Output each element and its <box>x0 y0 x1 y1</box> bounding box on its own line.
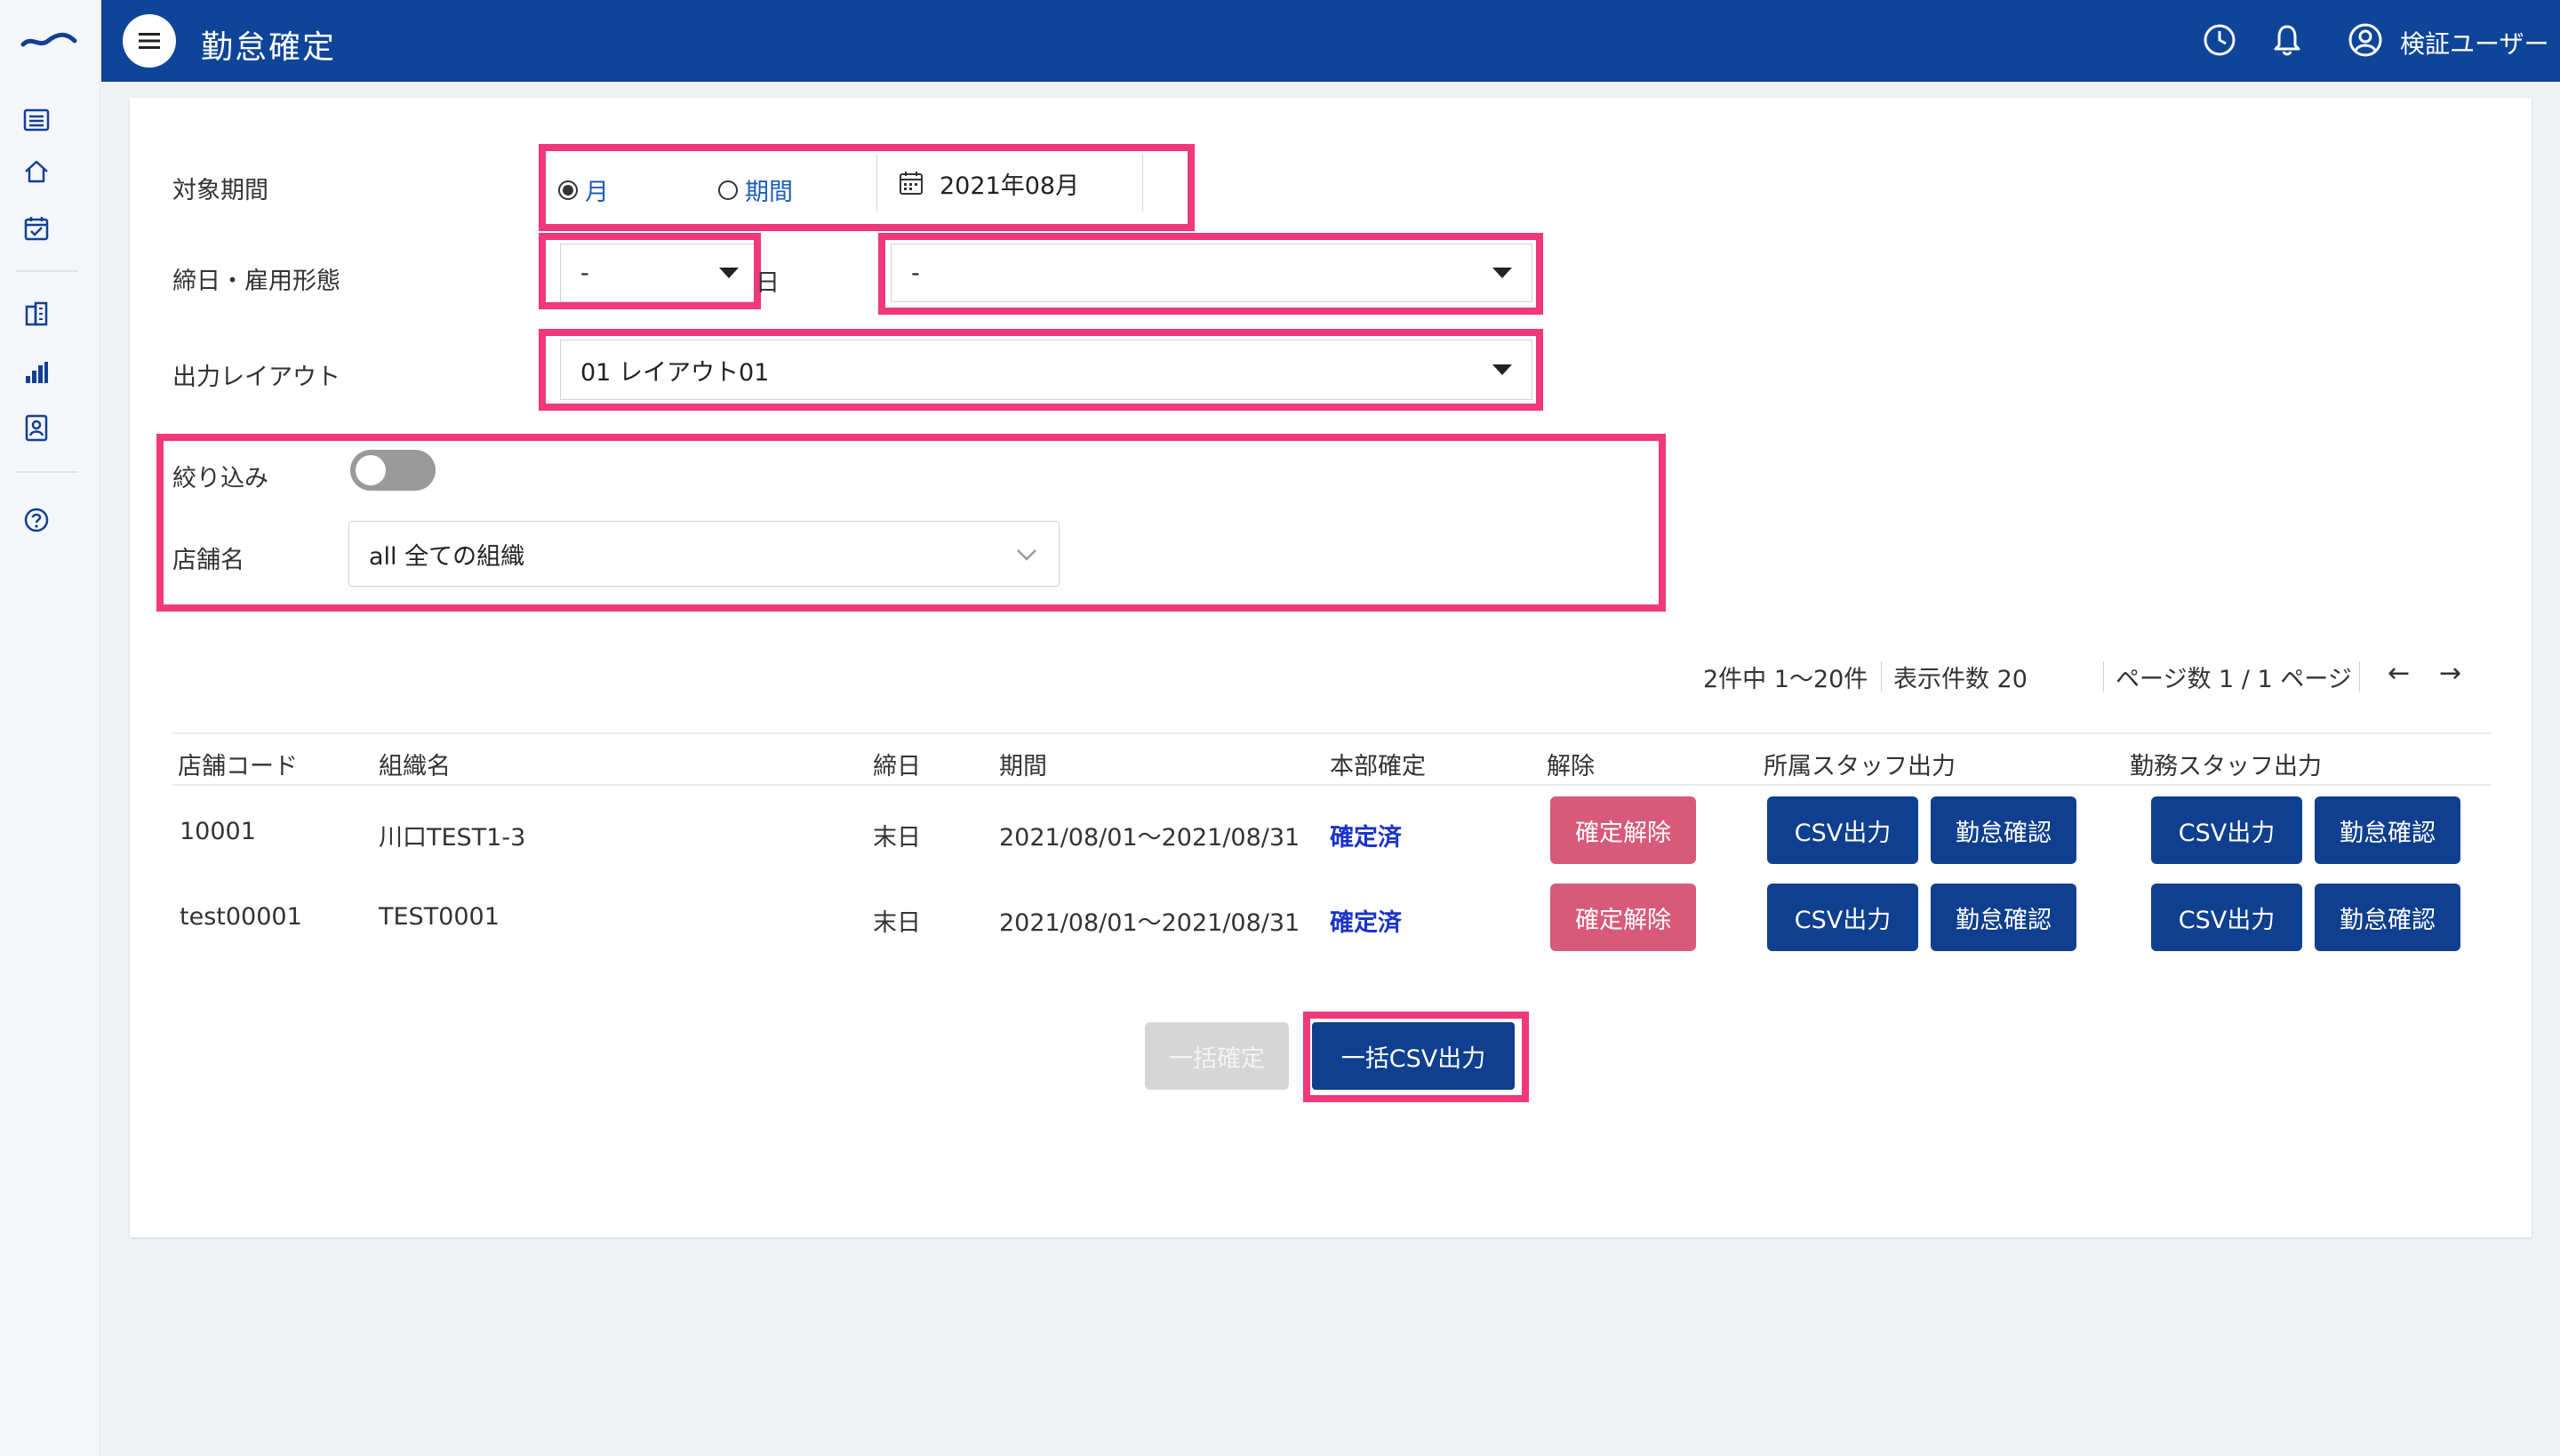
row2-org: TEST0001 <box>379 903 500 931</box>
col-closing: 締日 <box>873 753 921 780</box>
row2-csv-affiliated-button[interactable]: CSV出力 <box>1767 884 1918 951</box>
row2-status[interactable]: 確定済 <box>1330 903 1402 938</box>
pager-divider <box>2359 661 2360 692</box>
bulk-confirm-button[interactable]: 一括確定 <box>1145 1022 1289 1090</box>
per-page[interactable]: 表示件数 20 <box>1893 660 2028 694</box>
next-page-arrow[interactable]: → <box>2439 658 2461 689</box>
col-working-output: 勤務スタッフ出力 <box>2130 753 2322 780</box>
help-icon[interactable] <box>21 505 52 535</box>
bar-chart-icon[interactable] <box>21 357 52 388</box>
row1-period: 2021/08/01〜2021/08/31 <box>999 824 1300 852</box>
calendar-check-icon[interactable] <box>21 213 52 244</box>
wave-logo[interactable] <box>18 25 80 55</box>
user-avatar-icon[interactable] <box>2345 20 2386 60</box>
row1-code: 10001 <box>180 818 256 845</box>
hamburger-icon <box>139 33 160 49</box>
row2-period: 2021/08/01〜2021/08/31 <box>999 909 1300 937</box>
record-range: 2件中 1〜20件 <box>1703 666 1868 693</box>
row1-org: 川口TEST1-3 <box>379 824 526 852</box>
col-affiliated-output: 所属スタッフ出力 <box>1764 753 1956 780</box>
row2-csv-working-button[interactable]: CSV出力 <box>2151 884 2302 951</box>
pagination-bar: 2件中 1〜20件 表示件数 20 ページ数 1 / 1 ページ ← → <box>1703 658 2461 695</box>
layout-label: 出力レイアウト <box>172 364 340 391</box>
row1-check-affiliated-button[interactable]: 勤怠確認 <box>1931 796 2076 864</box>
day-suffix: 日 <box>756 269 780 297</box>
highlight-filter <box>156 434 1666 612</box>
highlight-closing <box>539 233 761 309</box>
table-top-border <box>172 732 2491 734</box>
row1-unlock-button[interactable]: 確定解除 <box>1550 796 1696 864</box>
building-icon[interactable] <box>21 299 52 329</box>
bell-icon[interactable] <box>2267 20 2308 60</box>
pager-divider <box>1881 661 1882 692</box>
sidebar-divider <box>16 270 78 272</box>
id-card-icon[interactable] <box>21 412 52 443</box>
prev-page-arrow[interactable]: ← <box>2388 658 2410 689</box>
row2-check-affiliated-button[interactable]: 勤怠確認 <box>1931 884 2076 951</box>
col-org-name: 組織名 <box>379 753 451 780</box>
main-card: 対象期間 月 期間 2021年08月 締日・雇用形態 - 日 - 出力レイアウト… <box>130 98 2532 1237</box>
row2-unlock-button[interactable]: 確定解除 <box>1550 884 1696 951</box>
row2-closing: 末日 <box>873 909 921 937</box>
row2-check-working-button[interactable]: 勤怠確認 <box>2315 884 2460 951</box>
row1-csv-working-button[interactable]: CSV出力 <box>2151 796 2302 864</box>
home-icon[interactable] <box>21 156 52 187</box>
list-icon[interactable] <box>21 105 52 135</box>
menu-button[interactable] <box>123 14 176 68</box>
closing-label: 締日・雇用形態 <box>172 268 340 295</box>
col-period: 期間 <box>999 753 1047 780</box>
col-unlock: 解除 <box>1547 753 1595 780</box>
highlight-period <box>539 144 1195 231</box>
sidebar <box>0 0 100 1456</box>
period-label: 対象期間 <box>172 177 268 204</box>
top-bar: 勤怠確定 検証ユーザー <box>101 0 2560 82</box>
user-name[interactable]: 検証ユーザー <box>2400 25 2548 60</box>
highlight-layout <box>539 329 1543 411</box>
row1-csv-affiliated-button[interactable]: CSV出力 <box>1767 796 1918 864</box>
col-hq-confirm: 本部確定 <box>1330 753 1426 780</box>
col-store-code: 店舗コード <box>178 753 298 780</box>
page-title: 勤怠確定 <box>201 29 337 66</box>
row2-code: test00001 <box>180 903 302 931</box>
table-header-border <box>172 784 2491 786</box>
row1-status[interactable]: 確定済 <box>1330 818 1402 852</box>
clock-icon[interactable] <box>2199 20 2240 60</box>
pager-divider <box>2103 661 2104 692</box>
row1-check-working-button[interactable]: 勤怠確認 <box>2315 796 2460 864</box>
row1-closing: 末日 <box>873 824 921 852</box>
page-count: ページ数 1 / 1 ページ <box>2116 666 2352 693</box>
highlight-employment <box>878 233 1543 315</box>
highlight-bulk-csv <box>1303 1012 1529 1102</box>
sidebar-divider-2 <box>16 471 78 473</box>
